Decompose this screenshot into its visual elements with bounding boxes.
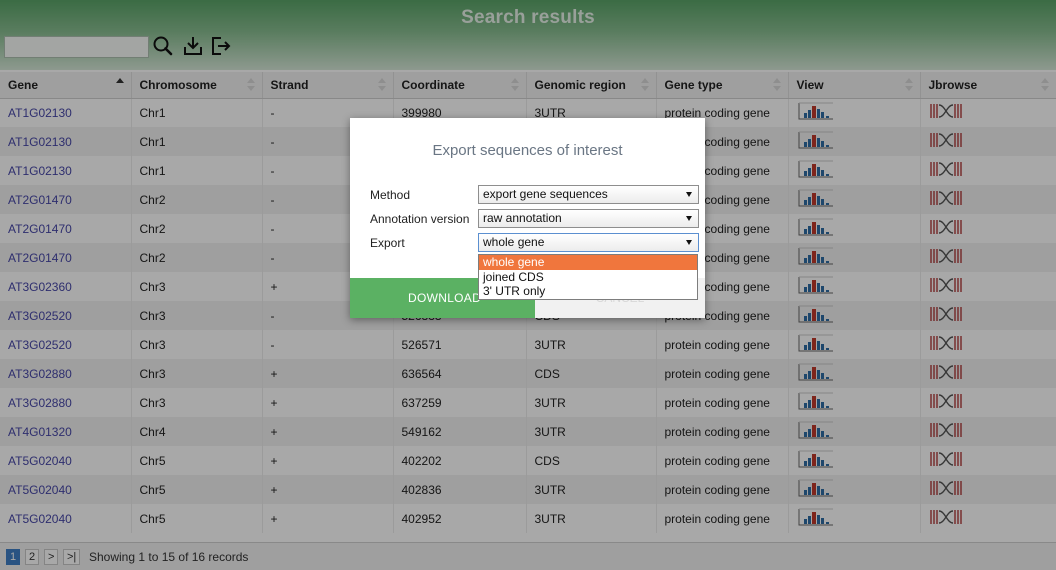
annotation-version-value: raw annotation <box>483 211 562 225</box>
method-select-value: export gene sequences <box>483 187 608 201</box>
export-option-joined-cds[interactable]: joined CDS <box>479 270 697 285</box>
export-option-3utr-only[interactable]: 3' UTR only <box>479 284 697 299</box>
annotation-version-label: Annotation version <box>370 212 470 226</box>
export-select-value: whole gene <box>483 235 545 249</box>
export-option-whole-gene[interactable]: whole gene <box>479 255 697 270</box>
export-select[interactable]: whole gene <box>478 233 699 252</box>
method-select[interactable]: export gene sequences <box>478 185 699 204</box>
dialog-title: Export sequences of interest <box>432 142 623 159</box>
chevron-down-icon <box>686 240 692 245</box>
method-label: Method <box>370 188 411 202</box>
export-label: Export <box>370 236 405 250</box>
page: Search results Gene Chromosome Strand Co… <box>0 0 1056 570</box>
export-options-dropdown: whole gene joined CDS 3' UTR only <box>478 254 698 300</box>
chevron-down-icon <box>686 192 692 197</box>
annotation-version-select[interactable]: raw annotation <box>478 209 699 228</box>
chevron-down-icon <box>686 216 692 221</box>
